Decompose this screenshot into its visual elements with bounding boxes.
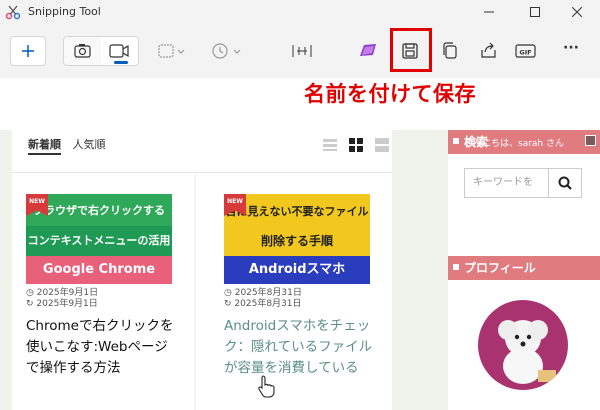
hand-cursor-icon	[258, 375, 275, 398]
share-icon	[481, 42, 496, 58]
snipping-tool-icon	[5, 4, 21, 20]
list-view-icon[interactable]	[323, 137, 337, 151]
user-avatar-icon[interactable]	[585, 135, 596, 146]
screenshot-mode-button[interactable]	[64, 37, 101, 65]
close-button[interactable]	[554, 0, 600, 24]
refresh-icon: ↻	[224, 299, 232, 309]
share-button[interactable]	[476, 36, 500, 66]
active-mode-indicator	[114, 61, 128, 64]
post-thumbnail[interactable]: 目に見えない不要なファイル 削除する手順 Androidスマホ NEW	[224, 194, 370, 284]
published-date: ◷ 2025年9月1日	[26, 288, 99, 298]
copy-button[interactable]	[438, 36, 462, 66]
post-card[interactable]: 目に見えない不要なファイル 削除する手順 Androidスマホ NEW ◷ 20…	[224, 194, 374, 379]
thumb-line: Google Chrome	[26, 256, 172, 284]
divider	[12, 172, 392, 173]
view-toggle	[316, 137, 390, 156]
captured-webpage: 新着順 人気順 ブラウザで右クリックする コンテキストメニューの活用 Googl…	[0, 130, 600, 410]
tab-popular[interactable]: 人気順	[73, 138, 106, 151]
wide-view-icon[interactable]	[375, 137, 390, 152]
post-thumbnail[interactable]: ブラウザで右クリックする コンテキストメニューの活用 Google Chrome…	[26, 194, 172, 284]
capture-mode-toggle	[63, 36, 139, 66]
clock-icon: ◷	[224, 288, 232, 298]
paint-icon	[360, 44, 376, 56]
updated-date: ↻ 2025年9月1日	[26, 299, 98, 309]
tab-newest[interactable]: 新着順	[28, 138, 61, 155]
dog-photo	[498, 320, 556, 384]
post-title[interactable]: Chromeで右クリックを使いこなす:Webページで操作する方法	[26, 316, 176, 379]
refresh-icon: ↻	[26, 299, 34, 309]
search-input[interactable]: キーワードを	[464, 168, 548, 198]
camera-icon	[74, 44, 91, 58]
post-title[interactable]: Androidスマホをチェック：隠れているファイルが容量を消費している	[224, 316, 374, 379]
sidebar: 検索 こんにちは、sarah さん キーワードを プロフィール	[448, 130, 600, 410]
new-snip-button[interactable]	[10, 36, 46, 66]
profile-avatar	[478, 300, 568, 390]
thumb-line: 削除する手順	[224, 228, 370, 256]
column-divider	[194, 174, 196, 410]
snip-shape-dropdown[interactable]	[156, 36, 188, 66]
profile-heading: プロフィール	[448, 256, 600, 280]
post-card[interactable]: ブラウザで右クリックする コンテキストメニューの活用 Google Chrome…	[26, 194, 176, 379]
edit-in-paint-button[interactable]	[356, 36, 380, 66]
grid-view-icon[interactable]	[349, 137, 364, 152]
gif-button[interactable]: GIF	[513, 36, 539, 66]
save-highlight-box	[390, 28, 432, 72]
window-title: Snipping Tool	[28, 5, 101, 18]
plus-icon	[22, 45, 34, 57]
maximize-button[interactable]	[512, 0, 558, 24]
search-icon	[558, 176, 572, 190]
thumb-line: コンテキストメニューの活用	[26, 226, 172, 256]
save-as-annotation: 名前を付けて保存	[304, 82, 476, 106]
trim-icon	[292, 45, 312, 57]
clock-icon: ◷	[26, 288, 34, 298]
copy-icon	[443, 42, 457, 59]
annotation-area	[0, 78, 600, 130]
clock-icon	[212, 43, 241, 59]
more-options-button[interactable]: ···	[563, 40, 579, 70]
updated-date: ↻ 2025年8月31日	[224, 299, 302, 309]
greeting-text: こんにちは、sarah さん	[464, 139, 564, 149]
post-list: 新着順 人気順 ブラウザで右クリックする コンテキストメニューの活用 Googl…	[12, 130, 392, 410]
gif-label: GIF	[519, 48, 531, 56]
snipping-toolbar: GIF ···	[0, 24, 600, 78]
minimize-button[interactable]	[466, 0, 512, 24]
sort-tabs: 新着順 人気順	[28, 136, 114, 155]
delay-timer-dropdown[interactable]	[210, 36, 244, 66]
trim-button[interactable]	[290, 36, 314, 66]
published-date: ◷ 2025年8月31日	[224, 288, 302, 298]
thumb-line: Androidスマホ	[224, 256, 370, 284]
search-button[interactable]	[548, 168, 582, 198]
title-bar: Snipping Tool	[0, 0, 600, 24]
